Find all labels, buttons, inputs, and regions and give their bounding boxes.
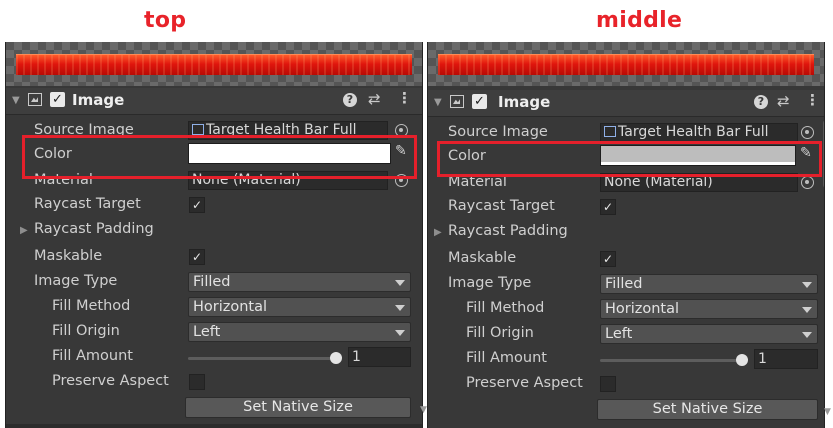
- component-header[interactable]: ▼ ✓ Image ? ⇄ ⋮: [6, 88, 422, 115]
- inspector-panel-left: ▼ ✓ Image ? ⇄ ⋮ Source Image Target Heal…: [5, 42, 423, 428]
- fill-method-label: Fill Method: [52, 298, 131, 314]
- image-type-dropdown[interactable]: Filled: [188, 272, 411, 292]
- fill-amount-slider-knob[interactable]: [736, 354, 748, 366]
- source-image-value: Target Health Bar Full: [618, 124, 769, 140]
- source-image-field[interactable]: Target Health Bar Full: [600, 123, 798, 142]
- caption-right: middle: [596, 8, 683, 33]
- maskable-checkbox[interactable]: ✓: [189, 249, 205, 265]
- sprite-icon: [604, 126, 616, 137]
- raycast-padding-label[interactable]: Raycast Padding: [448, 223, 568, 239]
- chevron-down-icon: [802, 332, 812, 338]
- chevron-down-icon: [395, 330, 405, 336]
- chevron-down-icon: [395, 280, 405, 286]
- scroll-down-icon[interactable]: ▼: [420, 405, 427, 415]
- sprite-icon: [192, 124, 204, 135]
- help-icon[interactable]: ?: [754, 95, 768, 109]
- fill-origin-value: Left: [605, 326, 633, 342]
- image-component-icon: [450, 95, 464, 108]
- highlight-box-left: [22, 135, 417, 179]
- object-picker-icon[interactable]: [801, 176, 814, 189]
- raycast-target-label: Raycast Target: [448, 198, 555, 214]
- inspector-panel-right: ▼ ✓ Image ? ⇄ ⋮ Source Image Target Heal…: [427, 42, 825, 428]
- maskable-label: Maskable: [34, 248, 103, 264]
- fill-amount-slider[interactable]: [188, 357, 340, 360]
- fill-amount-slider-knob[interactable]: [330, 352, 342, 364]
- fill-origin-label: Fill Origin: [466, 325, 534, 341]
- image-type-label: Image Type: [34, 273, 118, 289]
- fold-open-icon[interactable]: ▼: [434, 97, 442, 108]
- fill-amount-input[interactable]: 1: [754, 349, 818, 369]
- fill-origin-dropdown[interactable]: Left: [188, 322, 411, 342]
- fill-method-value: Horizontal: [605, 301, 680, 317]
- fill-method-dropdown[interactable]: Horizontal: [188, 297, 411, 317]
- chevron-down-icon: [802, 307, 812, 313]
- image-type-value: Filled: [193, 274, 231, 290]
- fill-method-dropdown[interactable]: Horizontal: [600, 299, 818, 319]
- scroll-down-icon[interactable]: ▼: [824, 407, 831, 417]
- chevron-down-icon: [395, 305, 405, 311]
- preserve-aspect-label: Preserve Aspect: [52, 373, 169, 389]
- fold-open-icon[interactable]: ▼: [12, 95, 20, 106]
- fill-amount-value: 1: [758, 351, 767, 367]
- fill-origin-value: Left: [193, 324, 221, 340]
- fill-origin-dropdown[interactable]: Left: [600, 324, 818, 344]
- maskable-label: Maskable: [448, 250, 517, 266]
- caption-left: top: [144, 8, 187, 33]
- panel-divider: [6, 424, 422, 428]
- maskable-checkbox[interactable]: ✓: [600, 251, 616, 267]
- image-type-dropdown[interactable]: Filled: [600, 274, 818, 294]
- image-type-label: Image Type: [448, 275, 532, 291]
- preset-settings-icon[interactable]: ⇄: [368, 90, 381, 108]
- image-component-icon: [28, 93, 42, 106]
- fill-origin-label: Fill Origin: [52, 323, 120, 339]
- enabled-checkbox[interactable]: ✓: [472, 94, 487, 109]
- health-bar-preview: [16, 54, 412, 75]
- fill-amount-slider[interactable]: [600, 359, 746, 362]
- help-icon[interactable]: ?: [343, 93, 357, 107]
- component-title: Image: [498, 93, 551, 111]
- set-native-size-button[interactable]: Set Native Size: [597, 399, 818, 420]
- highlight-box-right: [437, 141, 822, 177]
- object-picker-icon[interactable]: [801, 126, 814, 139]
- fill-amount-label: Fill Amount: [52, 348, 133, 364]
- preset-settings-icon[interactable]: ⇄: [777, 92, 790, 110]
- fill-amount-value: 1: [352, 349, 361, 365]
- component-header[interactable]: ▼ ✓ Image ? ⇄ ⋮: [428, 90, 824, 117]
- more-menu-icon[interactable]: ⋮: [397, 89, 412, 107]
- health-bar-preview: [438, 54, 814, 75]
- set-native-size-button[interactable]: Set Native Size: [185, 397, 411, 418]
- component-title: Image: [72, 91, 125, 109]
- fill-amount-label: Fill Amount: [466, 350, 547, 366]
- scrollbar-thumb[interactable]: [823, 120, 824, 188]
- enabled-checkbox[interactable]: ✓: [50, 92, 65, 107]
- preserve-aspect-checkbox[interactable]: [189, 374, 205, 390]
- raycast-target-label: Raycast Target: [34, 196, 141, 212]
- fill-method-value: Horizontal: [193, 299, 268, 315]
- more-menu-icon[interactable]: ⋮: [805, 91, 820, 109]
- chevron-down-icon: [802, 282, 812, 288]
- preserve-aspect-label: Preserve Aspect: [466, 375, 583, 391]
- image-type-value: Filled: [605, 276, 643, 292]
- fill-amount-input[interactable]: 1: [348, 347, 411, 367]
- fold-closed-icon[interactable]: ▶: [434, 227, 442, 238]
- raycast-target-checkbox[interactable]: ✓: [600, 199, 616, 215]
- raycast-padding-label[interactable]: Raycast Padding: [34, 221, 154, 237]
- raycast-target-checkbox[interactable]: ✓: [189, 197, 205, 213]
- preserve-aspect-checkbox[interactable]: [600, 376, 616, 392]
- fill-method-label: Fill Method: [466, 300, 545, 316]
- fold-closed-icon[interactable]: ▶: [20, 225, 28, 236]
- source-image-label: Source Image: [448, 124, 548, 140]
